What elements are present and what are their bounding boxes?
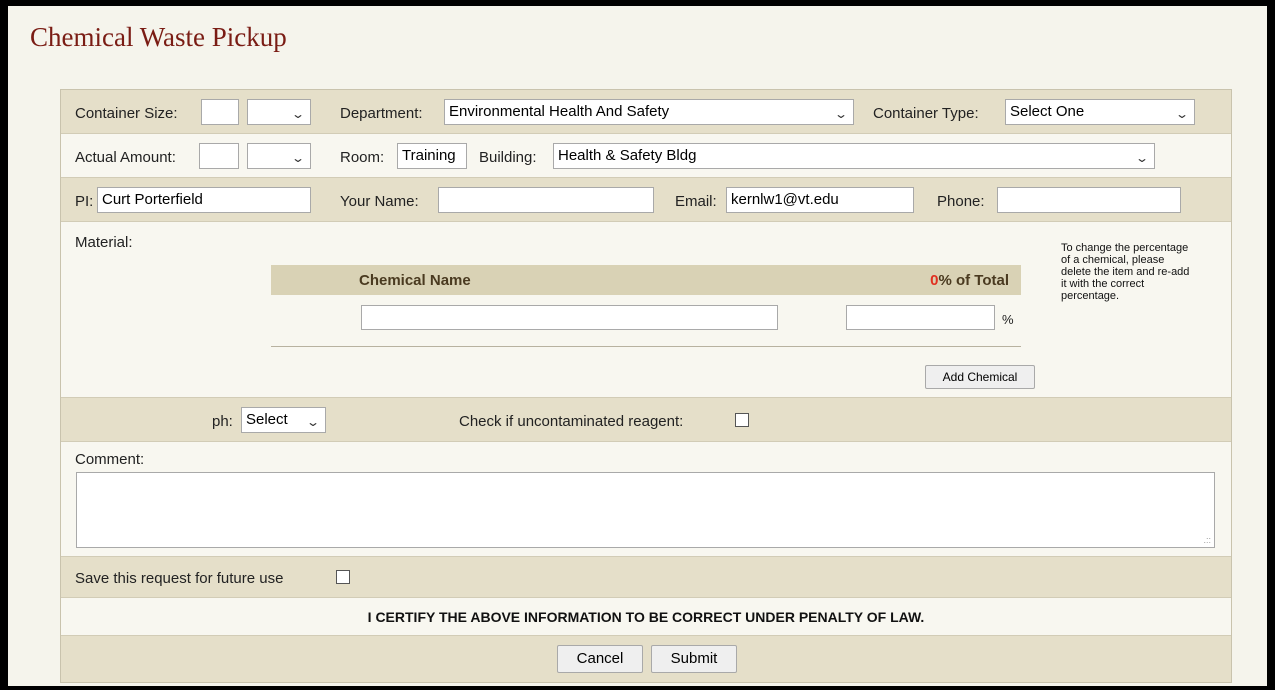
- container-size-input[interactable]: [201, 99, 239, 125]
- chemical-table-header: Chemical Name 0% of Total: [271, 265, 1021, 295]
- department-value: Environmental Health And Safety: [449, 103, 670, 120]
- department-select[interactable]: Environmental Health And Safety ⌄: [444, 99, 854, 125]
- percent-total-header: 0% of Total: [930, 272, 1009, 289]
- ph-select[interactable]: Select ⌄: [241, 407, 326, 433]
- save-request-label: Save this request for future use: [75, 570, 284, 587]
- building-label: Building:: [479, 149, 537, 166]
- chemical-name-input[interactable]: [361, 305, 778, 330]
- submit-button[interactable]: Submit: [651, 645, 737, 673]
- chevron-down-icon: ⌄: [305, 415, 321, 429]
- row-actions: Cancel Submit: [61, 636, 1231, 682]
- actual-amount-unit-select[interactable]: ⌄: [247, 143, 311, 169]
- row-contact: PI: Curt Porterfield Your Name: Email: k…: [61, 178, 1231, 222]
- container-size-label: Container Size:: [75, 105, 178, 122]
- chevron-down-icon: ⌄: [833, 107, 849, 121]
- comment-section: Comment: .::: [61, 442, 1231, 557]
- ph-value: Select: [246, 411, 288, 428]
- reagent-label: Check if uncontaminated reagent:: [459, 413, 684, 430]
- container-type-label: Container Type:: [873, 105, 979, 122]
- chemical-table-divider: [271, 346, 1021, 347]
- row-container-size: Container Size: ⌄ Department: Environmen…: [61, 90, 1231, 134]
- chevron-down-icon: ⌄: [290, 107, 306, 121]
- save-request-checkbox[interactable]: [336, 570, 350, 584]
- your-name-label: Your Name:: [340, 193, 419, 210]
- building-value: Health & Safety Bldg: [558, 147, 697, 164]
- building-select[interactable]: Health & Safety Bldg ⌄: [553, 143, 1155, 169]
- phone-input[interactable]: [997, 187, 1181, 213]
- percentage-note: To change the percentage of a chemical, …: [1061, 242, 1190, 302]
- container-size-unit-select[interactable]: ⌄: [247, 99, 311, 125]
- pi-input[interactable]: Curt Porterfield: [97, 187, 311, 213]
- row-actual-amount: Actual Amount: ⌄ Room: Training Building…: [61, 134, 1231, 178]
- comment-label: Comment:: [75, 451, 145, 468]
- chemical-name-header: Chemical Name: [359, 272, 471, 289]
- department-label: Department:: [340, 105, 423, 122]
- row-ph: ph: Select ⌄ Check if uncontaminated rea…: [61, 398, 1231, 442]
- add-chemical-button[interactable]: Add Chemical: [925, 365, 1035, 389]
- actual-amount-input[interactable]: [199, 143, 239, 169]
- chemical-percent-input[interactable]: [846, 305, 995, 330]
- ph-label: ph:: [212, 413, 233, 430]
- cancel-button[interactable]: Cancel: [557, 645, 643, 673]
- your-name-input[interactable]: [438, 187, 654, 213]
- container-type-value: Select One: [1010, 103, 1085, 120]
- email-input[interactable]: kernlw1@vt.edu: [726, 187, 914, 213]
- room-input[interactable]: Training: [397, 143, 467, 169]
- reagent-checkbox[interactable]: [735, 413, 749, 427]
- email-label: Email:: [675, 193, 717, 210]
- pickup-form: Container Size: ⌄ Department: Environmen…: [60, 89, 1232, 683]
- material-label: Material:: [75, 234, 133, 251]
- pi-label: PI:: [75, 193, 94, 210]
- row-certify: I CERTIFY THE ABOVE INFORMATION TO BE CO…: [61, 598, 1231, 636]
- room-label: Room:: [340, 149, 385, 166]
- chevron-down-icon: ⌄: [1134, 151, 1150, 165]
- phone-label: Phone:: [937, 193, 985, 210]
- actual-amount-label: Actual Amount:: [75, 149, 176, 166]
- resize-grip-icon[interactable]: .::: [1203, 535, 1211, 545]
- percent-total-suffix: % of Total: [938, 272, 1009, 289]
- container-type-select[interactable]: Select One ⌄: [1005, 99, 1195, 125]
- comment-textarea[interactable]: .::: [76, 472, 1215, 548]
- page-title: Chemical Waste Pickup: [30, 22, 287, 52]
- certify-text: I CERTIFY THE ABOVE INFORMATION TO BE CO…: [367, 609, 925, 625]
- row-save: Save this request for future use: [61, 557, 1231, 598]
- material-section: Material: Chemical Name 0% of Total % Ad…: [61, 222, 1231, 398]
- chevron-down-icon: ⌄: [1174, 107, 1190, 121]
- page-frame: Chemical Waste Pickup Container Size: ⌄ …: [8, 6, 1267, 686]
- percent-sign: %: [1002, 312, 1014, 327]
- chevron-down-icon: ⌄: [290, 151, 306, 165]
